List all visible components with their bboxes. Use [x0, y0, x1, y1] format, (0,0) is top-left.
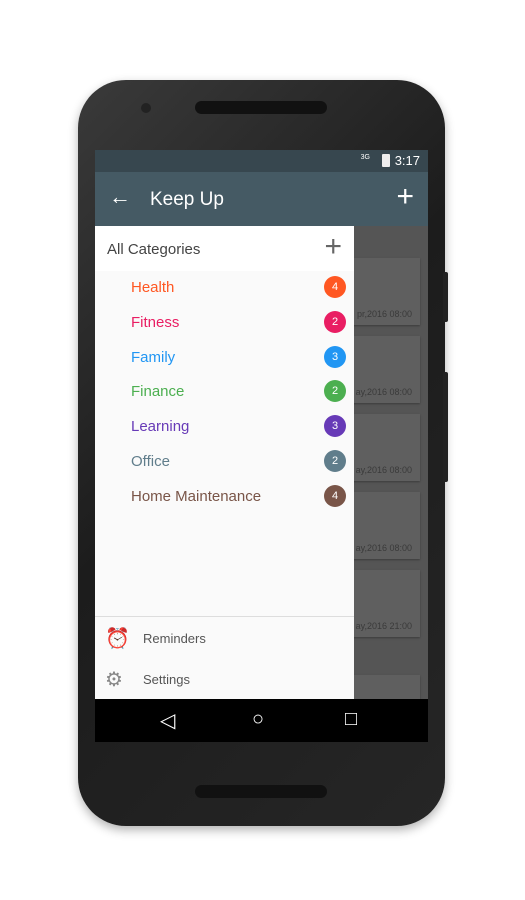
power-button — [443, 272, 448, 322]
category-item[interactable]: Health 4 — [95, 271, 354, 306]
category-name: Fitness — [131, 313, 180, 331]
category-item[interactable]: Office 2 — [95, 445, 354, 480]
card-timestamp: ay,2016 08:00 — [355, 387, 412, 397]
category-count-badge: 2 — [324, 449, 346, 472]
screen: 3G 3:17 ← Keep Up + pr,2016 08:00 ay,2016… — [95, 150, 428, 742]
reminders-label: Reminders — [143, 631, 206, 646]
category-count-badge: 2 — [324, 380, 346, 403]
card-timestamp: pr,2016 08:00 — [356, 309, 412, 319]
navigation-drawer: All Categories + Health 4 Fitness 2 Family 3 F… — [95, 226, 354, 699]
category-item[interactable]: Family 3 — [95, 341, 354, 376]
card-timestamp: ay,2016 21:00 — [355, 621, 412, 631]
add-icon[interactable]: + — [396, 180, 414, 214]
home-nav-icon[interactable]: ○ — [252, 708, 264, 731]
category-item[interactable]: Learning 3 — [95, 410, 354, 445]
battery-icon — [382, 154, 390, 167]
category-name: Health — [131, 279, 175, 296]
category-count-badge: 2 — [324, 310, 346, 333]
volume-button — [443, 372, 448, 482]
app-title: Keep Up — [150, 189, 224, 210]
clock: 3:17 — [394, 153, 420, 168]
category-count-badge: 3 — [324, 345, 346, 368]
front-camera — [141, 103, 151, 113]
settings-label: Settings — [143, 672, 190, 687]
gear-icon: ⚙ — [105, 669, 123, 691]
earpiece — [195, 101, 327, 114]
toolbar: ← Keep Up + — [95, 172, 428, 226]
all-categories-label: All Categories — [107, 241, 201, 258]
status-bar: 3G 3:17 — [95, 150, 428, 172]
navigation-bar: ◁ ○ □ — [95, 699, 428, 742]
category-name: Office — [131, 452, 170, 470]
category-count-badge: 3 — [324, 415, 346, 438]
add-category-icon[interactable]: + — [324, 230, 342, 264]
category-name: Home Maintenance — [131, 487, 262, 505]
alarm-icon: ⏰ — [105, 628, 130, 650]
category-name: Family — [131, 348, 176, 366]
category-item[interactable]: Finance 2 — [95, 375, 354, 410]
drawer-footer: ⏰ Reminders ⚙ Settings — [95, 616, 354, 699]
category-count-badge: 4 — [324, 276, 346, 298]
category-item[interactable]: Fitness 2 — [95, 306, 354, 341]
card-timestamp: ay,2016 08:00 — [355, 465, 412, 475]
category-item[interactable]: Home Maintenance 4 — [95, 480, 354, 515]
bottom-speaker — [195, 785, 327, 798]
settings-item[interactable]: ⚙ Settings — [95, 658, 354, 699]
card-timestamp: ay,2016 08:00 — [355, 543, 412, 553]
recents-nav-icon[interactable]: □ — [345, 708, 357, 731]
back-arrow-icon[interactable]: ← — [109, 184, 131, 210]
back-nav-icon[interactable]: ◁ — [160, 708, 175, 733]
category-count-badge: 4 — [324, 484, 346, 507]
category-name: Finance — [131, 383, 185, 401]
network-icon: 3G — [360, 154, 370, 161]
drawer-header[interactable]: All Categories + — [95, 226, 354, 271]
category-name: Learning — [131, 418, 190, 436]
reminders-item[interactable]: ⏰ Reminders — [95, 617, 354, 658]
